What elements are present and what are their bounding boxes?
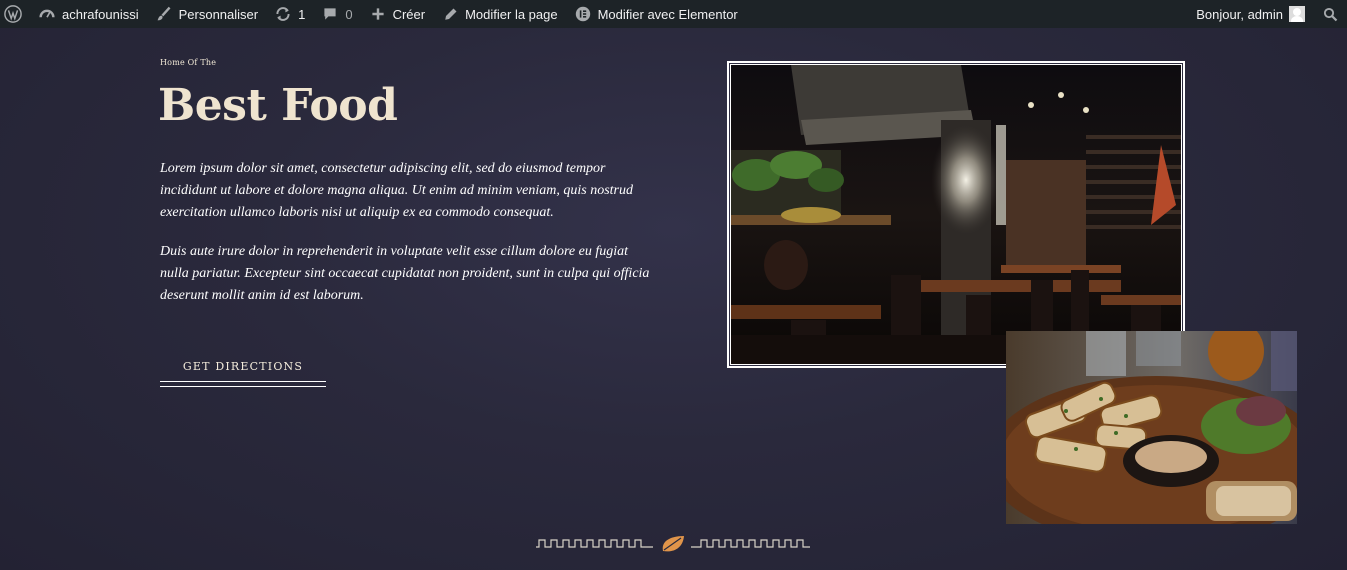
leaf-icon — [662, 536, 684, 552]
decorative-divider — [535, 534, 811, 554]
customize-link[interactable]: Personnaliser — [147, 0, 267, 28]
my-account-link[interactable]: Bonjour, admin — [1188, 0, 1313, 28]
updates-count: 1 — [298, 6, 306, 22]
greeting-label: Bonjour, admin — [1196, 6, 1283, 22]
edit-elementor-label: Modifier avec Elementor — [597, 6, 738, 22]
get-directions-button[interactable]: GET DIRECTIONS — [160, 351, 326, 387]
site-name-link[interactable]: achrafounissi — [30, 0, 147, 28]
hero-headline: Best Food — [158, 80, 398, 131]
search-icon — [1321, 5, 1339, 23]
create-label: Créer — [392, 6, 426, 22]
plus-icon — [369, 5, 387, 23]
comments-count: 0 — [345, 6, 353, 22]
admin-bar: achrafounissi Personnaliser 1 0 Créer Mo… — [0, 0, 1347, 28]
avatar — [1289, 6, 1305, 22]
comment-icon — [321, 5, 339, 23]
search-button[interactable] — [1313, 0, 1347, 28]
edit-page-link[interactable]: Modifier la page — [433, 0, 566, 28]
hero-kicker: Home Of The — [160, 58, 217, 67]
customize-label: Personnaliser — [178, 6, 259, 22]
get-directions-label: GET DIRECTIONS — [182, 359, 304, 373]
food-plate-image — [1006, 331, 1297, 524]
brush-icon — [155, 5, 173, 23]
edit-elementor-link[interactable]: Modifier avec Elementor — [566, 0, 746, 28]
updates-icon — [274, 5, 292, 23]
pencil-icon — [441, 5, 459, 23]
wordpress-menu[interactable] — [0, 0, 30, 28]
comments-link[interactable]: 0 — [313, 0, 360, 28]
restaurant-interior-image — [727, 61, 1185, 368]
updates-link[interactable]: 1 — [266, 0, 313, 28]
site-name-label: achrafounissi — [62, 6, 139, 22]
hero-paragraph-2: Duis aute irure dolor in reprehenderit i… — [160, 244, 650, 303]
edit-page-label: Modifier la page — [465, 6, 558, 22]
elementor-icon — [574, 5, 592, 23]
hero-paragraph-1: Lorem ipsum dolor sit amet, consectetur … — [160, 161, 633, 220]
wordpress-logo-icon — [4, 5, 22, 23]
restaurant-interior-photo — [730, 64, 1182, 365]
create-new-link[interactable]: Créer — [361, 0, 434, 28]
dashboard-icon — [38, 5, 56, 23]
